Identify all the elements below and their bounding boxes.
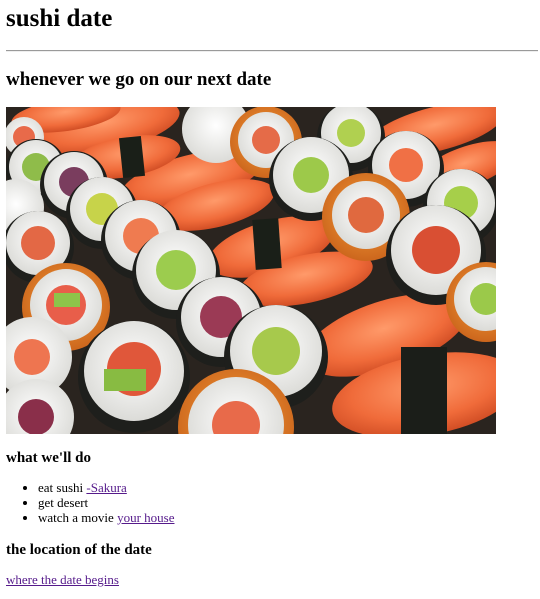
- list-item: watch a movie your house: [38, 510, 438, 525]
- plans-list: eat sushi -Sakura get desert watch a mov…: [6, 480, 438, 525]
- list-item: eat sushi -Sakura: [38, 480, 438, 495]
- sushi-photo-illustration: [6, 107, 496, 434]
- list-item: get desert: [38, 495, 438, 510]
- page-title: sushi date: [6, 5, 113, 32]
- plan-text: eat sushi: [38, 480, 87, 495]
- plans-heading: what we'll do: [6, 450, 92, 466]
- plan-text: watch a movie: [38, 510, 118, 525]
- location-heading: the location of the date: [6, 542, 152, 558]
- plan-text: get desert: [38, 495, 89, 510]
- title-divider: [6, 50, 538, 52]
- your-house-link[interactable]: your house: [117, 510, 174, 525]
- sushi-photo: [6, 107, 496, 434]
- page-subtitle: whenever we go on our next date: [6, 69, 272, 90]
- location-link[interactable]: where the date begins: [6, 572, 119, 587]
- sakura-link[interactable]: -Sakura: [86, 480, 126, 495]
